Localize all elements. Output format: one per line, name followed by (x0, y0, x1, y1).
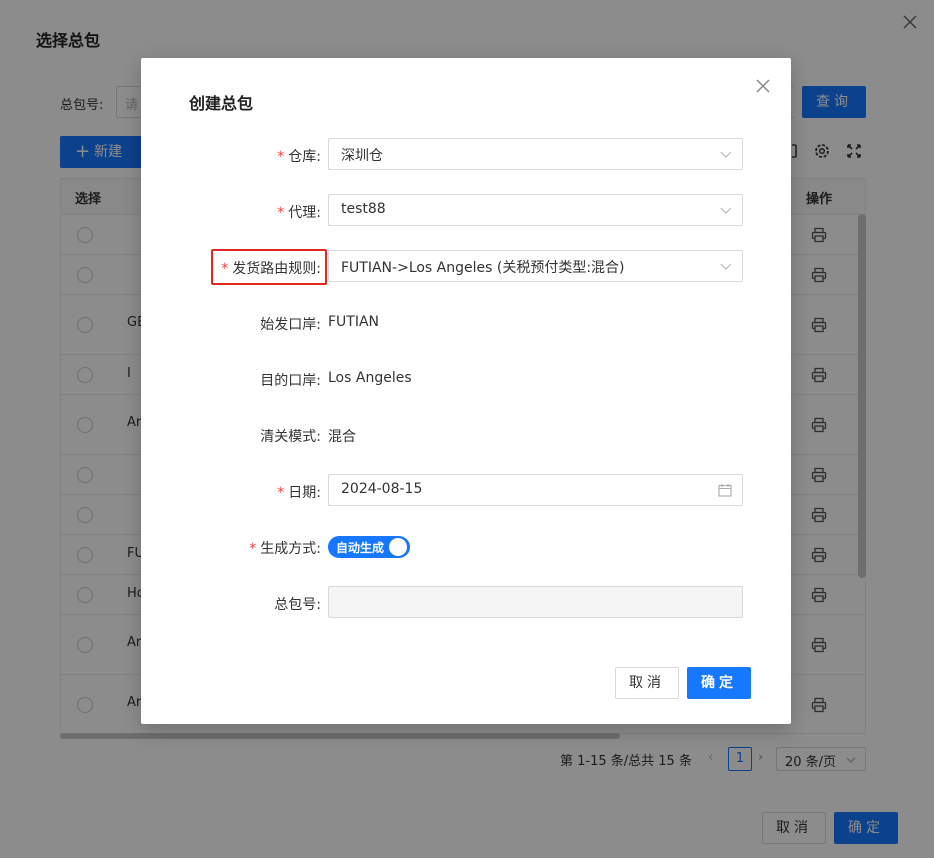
date-label: * 日期: (277, 485, 321, 501)
dest-port-label: 目的口岸: (260, 373, 321, 389)
required-mark: * (277, 485, 285, 501)
customs-mode-label: 清关模式: (260, 429, 321, 445)
chevron-down-icon (720, 263, 732, 270)
warehouse-label: * 仓库: (277, 149, 321, 165)
package-no-input (328, 586, 743, 618)
modal-ok-button[interactable]: 确定 (687, 667, 751, 699)
agent-select[interactable]: test88 (328, 194, 743, 226)
calendar-icon (718, 484, 732, 497)
auto-generate-toggle[interactable]: 自动生成 (328, 536, 410, 558)
modal-cancel-button[interactable]: 取消 (615, 667, 679, 699)
required-mark: * (277, 149, 285, 165)
agent-label: * 代理: (277, 205, 321, 221)
gen-mode-label: * 生成方式: (249, 541, 321, 557)
required-mark: * (249, 541, 257, 557)
route-rule-select[interactable]: FUTIAN->Los Angeles (关税预付类型:混合) (328, 250, 743, 282)
toggle-knob (389, 538, 407, 556)
close-icon[interactable] (755, 78, 771, 94)
origin-port-label: 始发口岸: (260, 317, 321, 333)
agent-value: test88 (341, 201, 386, 217)
route-rule-value: FUTIAN->Los Angeles (关税预付类型:混合) (341, 260, 625, 276)
chevron-down-icon (720, 207, 732, 214)
chevron-down-icon (720, 151, 732, 158)
dest-port-value: Los Angeles (328, 370, 412, 386)
date-picker[interactable]: 2024-08-15 (328, 474, 743, 506)
required-mark: * (277, 205, 285, 221)
origin-port-value: FUTIAN (328, 314, 380, 330)
toggle-label: 自动生成 (336, 541, 385, 555)
customs-mode-value: 混合 (328, 429, 356, 445)
required-mark: * (221, 261, 229, 277)
route-rule-label: * 发货路由规则: (221, 261, 321, 277)
modal-title: 创建总包 (189, 94, 254, 113)
warehouse-select[interactable]: 深圳仓 (328, 138, 743, 170)
package-no-label: 总包号: (274, 597, 321, 613)
warehouse-value: 深圳仓 (341, 148, 383, 164)
create-package-modal: 创建总包 * 仓库: 深圳仓 * 代理: test88 * 发货路由规则: FUTIA… (141, 58, 791, 724)
date-value: 2024-08-15 (341, 481, 423, 497)
